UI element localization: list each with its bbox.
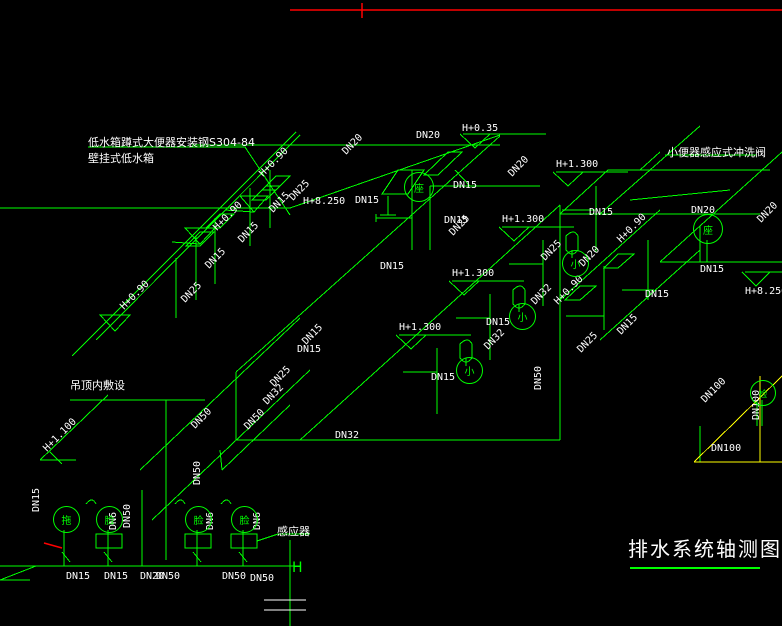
pipe-label: DN15 [486, 317, 511, 328]
pipe-label: DN15 [297, 344, 322, 355]
pipe-label: DN15 [700, 264, 725, 275]
datum-section-lines [264, 599, 306, 611]
elevation-tag: H+0.35 [462, 123, 499, 134]
fixture-symbol-toilet[interactable]: 座 [693, 214, 723, 244]
fixture-glyph: 脸 [239, 516, 250, 527]
fixture-glyph: 脸 [193, 516, 204, 527]
datum-label: H [292, 560, 303, 576]
pipe-label-rot: DN50 [533, 365, 544, 390]
pipe-label: DN15 [66, 571, 91, 582]
note-sensor: 感应器 [277, 525, 310, 538]
fixture-symbol-basin[interactable]: 脸 [185, 506, 212, 533]
pipe-label-rot: DN50 [122, 503, 133, 528]
fixture-glyph: 小 [464, 367, 475, 378]
fixture-glyph: 小 [517, 313, 528, 324]
elevation-tag: H+8.250 [745, 286, 782, 297]
elevation-tag: H+1.300 [399, 322, 442, 333]
fixture-symbol-basin[interactable]: 脸 [96, 506, 123, 533]
pipe-label: DN15 [453, 180, 478, 191]
fixture-symbol-urinal[interactable]: 小 [456, 357, 483, 384]
fixture-symbol-urinal[interactable]: 小 [562, 250, 589, 277]
pipe-label: DN15 [355, 195, 380, 206]
pipe-label: DN32 [335, 430, 360, 441]
elevation-tag: H+8.250 [303, 196, 346, 207]
fixture-glyph: 脸 [104, 516, 115, 527]
fixture-symbol-mopsink[interactable]: 拖 [53, 506, 80, 533]
note-low-tank-line1: 低水箱蹲式大便器安装钢S304-84 [88, 136, 255, 149]
elevation-tag: H+1.300 [556, 159, 599, 170]
pipe-label: DN15 [380, 261, 405, 272]
note-urinal: 小便器感应式冲洗阀 [667, 146, 766, 159]
fixture-symbol-basin[interactable]: 脸 [231, 506, 258, 533]
note-low-tank-line2: 壁挂式低水箱 [88, 152, 154, 165]
pipe-label: DN15 [431, 372, 456, 383]
pipe-label-rot: DN50 [192, 460, 203, 485]
pipe-label: DN50 [250, 573, 275, 584]
fixture-glyph: 小 [570, 260, 581, 271]
fixture-glyph: 拖 [61, 516, 72, 527]
fixture-glyph: 座 [703, 225, 713, 237]
elevation-tag: H+1.300 [452, 268, 495, 279]
pipe-label: DN50 [156, 571, 181, 582]
fixture-symbol-toilet[interactable]: 座 [404, 172, 434, 202]
pipe-label: DN100 [711, 443, 742, 454]
pipe-label: DN15 [645, 289, 670, 300]
pipe-label: DN50 [222, 571, 247, 582]
top-red-marker [290, 3, 782, 18]
pipe-label: DN15 [104, 571, 129, 582]
fixture-glyph: 检 [758, 389, 768, 400]
note-ceiling: 吊顶内敷设 [70, 379, 125, 392]
elevation-tag: H+1.300 [502, 214, 545, 225]
pipe-label-rot: DN15 [31, 487, 42, 512]
pipe-label: DN20 [416, 130, 441, 141]
fixture-symbol-urinal[interactable]: 小 [509, 303, 536, 330]
fixture-symbol-cleanout[interactable]: 检 [750, 380, 776, 406]
pipe-label: DN15 [589, 207, 614, 218]
fixture-glyph: 座 [414, 183, 424, 195]
cad-drawing-canvas[interactable]: 低水箱蹲式大便器安装钢S304-84 壁挂式低水箱 小便器感应式冲洗阀 吊顶内敷… [0, 0, 782, 626]
red-pipe-segment [43, 542, 63, 549]
drawing-title: 排水系统轴测图1:5 [628, 537, 782, 561]
